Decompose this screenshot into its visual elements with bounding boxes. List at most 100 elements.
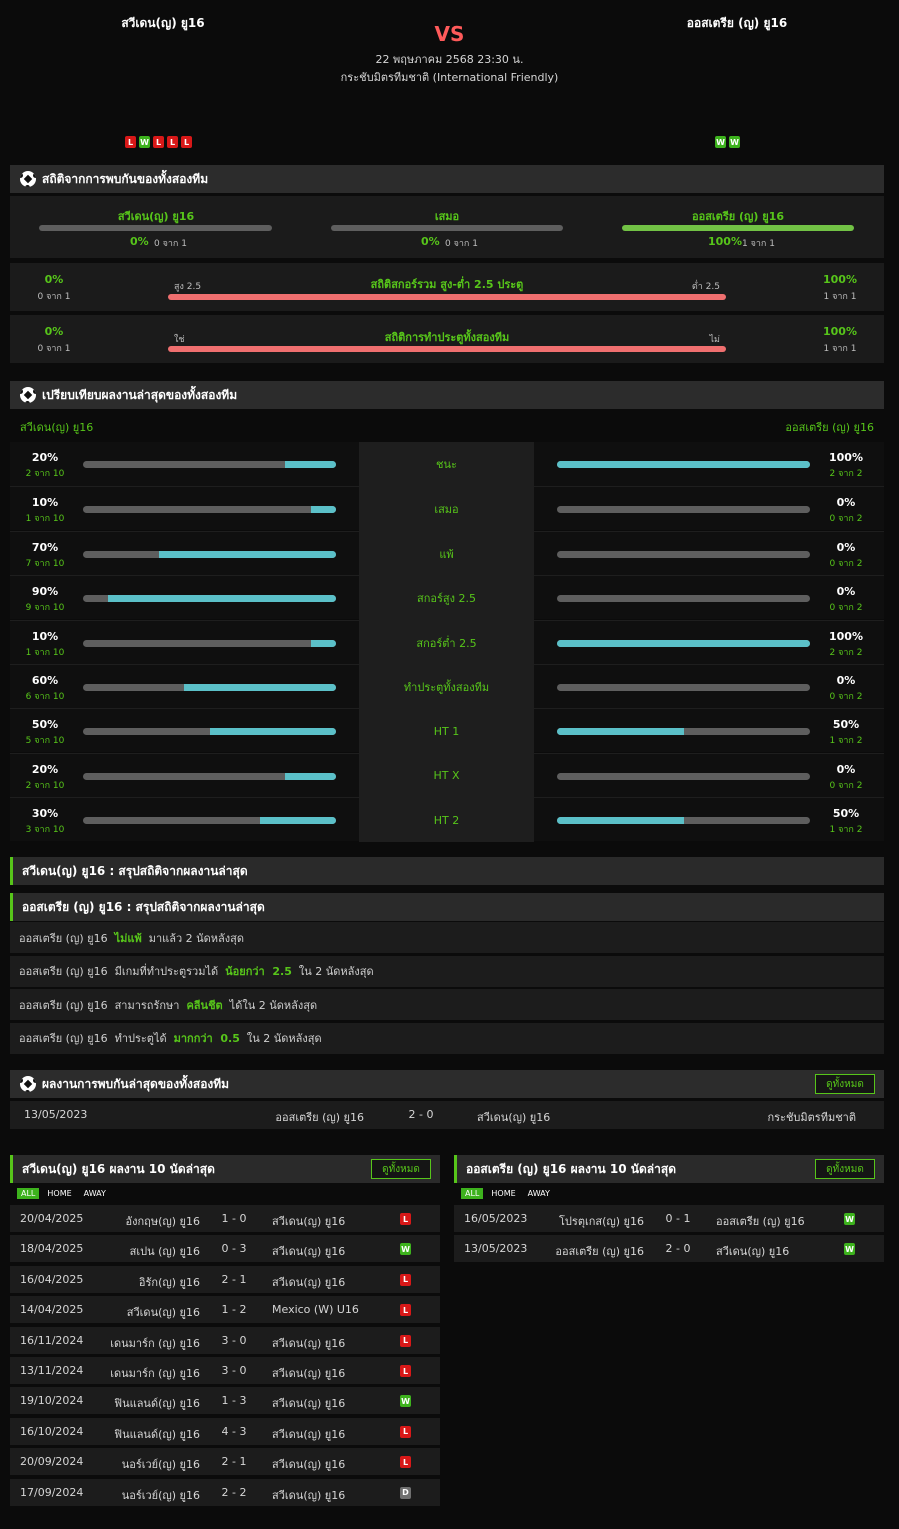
match-row[interactable]: 16/05/2023 โปรตุเกส(ญ) ยู16 0 - 1 ออสเตรีย …	[454, 1205, 884, 1232]
ou-title: สถิติสกอร์รวม สูง-ต่ำ 2.5 ประตู	[370, 278, 524, 291]
ou-bar	[168, 294, 726, 300]
compare-left-pct: 30%	[31, 807, 59, 821]
ou-right-count: 1 จาก 1	[823, 292, 857, 302]
home-recent-view-all-button[interactable]: ดูทั้งหมด	[371, 1159, 431, 1179]
compare-right-pct: 0%	[836, 674, 856, 687]
compare-row: 90% 9 จาก 10 สกอร์สูง 2.5 0% 0 จาก 2	[10, 575, 884, 621]
filter-tab-away[interactable]: AWAY	[80, 1188, 110, 1199]
compare-label: แพ้	[359, 531, 534, 576]
compare-left-bar	[83, 817, 336, 825]
compare-label: สกอร์ต่ำ 2.5	[359, 620, 534, 665]
compare-away-name: ออสเตรีย (ญ) ยู16	[785, 421, 874, 434]
match-row[interactable]: 16/11/2024 เดนมาร์ก (ญ) ยู16 3 - 0 สวีเดน(ญ…	[10, 1326, 440, 1354]
h2h-away-bar	[622, 225, 854, 231]
ou-right-label: ต่ำ 2.5	[691, 282, 720, 292]
summary-highlight: มากกว่า 0.5	[173, 1032, 240, 1046]
btts-left-count: 0 จาก 1	[37, 344, 71, 354]
match-home: เดนมาร์ก (ญ) ยู16	[110, 1336, 200, 1350]
match-row[interactable]: 14/04/2025 สวีเดน(ญ) ยู16 1 - 2 Mexico (W) …	[10, 1296, 440, 1324]
match-row[interactable]: 19/10/2024 ฟินแลนด์(ญ) ยู16 1 - 3 สวีเดน(ญ)…	[10, 1387, 440, 1415]
summary-text: ออสเตรีย (ญ) ยู16	[19, 931, 115, 945]
match-away: สวีเดน(ญ) ยู16	[272, 1397, 346, 1411]
filter-tab-all[interactable]: ALL	[17, 1187, 40, 1199]
match-datetime: 22 พฤษภาคม 2568 23:30 น.	[375, 53, 524, 66]
compare-left-count: 1 จาก 10	[25, 647, 65, 658]
match-result-badge: W	[400, 1243, 411, 1256]
match-result-badge: L	[400, 1425, 411, 1438]
match-row[interactable]: 16/10/2024 ฟินแลนด์(ญ) ยู16 4 - 3 สวีเดน(ญ)…	[10, 1417, 440, 1445]
compare-left-pct: 90%	[31, 585, 59, 599]
match-away: สวีเดน(ญ) ยู16	[272, 1245, 346, 1259]
match-date: 19/10/2024	[20, 1394, 84, 1408]
form-badge: L	[167, 136, 178, 148]
match-date: 16/10/2024	[20, 1424, 84, 1438]
h2h-section-header: สถิติจากการพบกันของทั้งสองทีม	[10, 165, 884, 193]
compare-right-fill	[557, 817, 684, 825]
away-recent-title: ออสเตรีย (ญ) ยู16 ผลงาน 10 นัดล่าสุด	[466, 1161, 677, 1176]
match-away: สวีเดน(ญ) ยู16	[716, 1245, 790, 1259]
compare-left-fill	[209, 728, 336, 736]
compare-left-fill	[108, 595, 336, 603]
match-row[interactable]: 13/05/2023 ออสเตรีย (ญ) ยู16 2 - 0 สวีเดน(ญ…	[454, 1235, 884, 1263]
compare-left-pct: 50%	[31, 718, 59, 732]
compare-right-bar	[557, 639, 810, 647]
match-away: สวีเดน(ญ) ยู16	[272, 1336, 346, 1350]
compare-row: 30% 3 จาก 10 HT 2 50% 1 จาก 2	[10, 797, 884, 843]
match-row[interactable]: 13/11/2024 เดนมาร์ก (ญ) ยู16 3 - 0 สวีเดน(ญ…	[10, 1357, 440, 1384]
filter-tab-home[interactable]: HOME	[43, 1188, 75, 1199]
h2h-draw-pct: 0%	[421, 235, 440, 248]
match-away: ออสเตรีย (ญ) ยู16	[716, 1215, 805, 1228]
match-home: ฟินแลนด์(ญ) ยู16	[114, 1397, 200, 1411]
btts-right-pct: 100%	[823, 325, 857, 338]
match-row[interactable]: 20/04/2025 อังกฤษ(ญ) ยู16 1 - 0 สวีเดน(ญ) ย…	[10, 1205, 440, 1232]
home-recent-filters: ALL HOME AWAY	[17, 1185, 110, 1201]
home-summary-header: สวีเดน(ญ) ยู16 : สรุปสถิติจากผลงานล่าสุด	[10, 857, 884, 885]
match-score: 1 - 3	[221, 1394, 247, 1408]
last-h2h-score: 2 - 0	[408, 1108, 434, 1121]
match-result-badge: L	[400, 1304, 411, 1317]
h2h-result-panel: สวีเดน(ญ) ยู16 เสมอ ออสเตรีย (ญ) ยู16 0%…	[10, 196, 884, 258]
match-score: 2 - 1	[221, 1455, 247, 1469]
compare-left-fill	[260, 817, 336, 825]
compare-right-count: 0 จาก 2	[829, 780, 863, 791]
compare-right-bar	[557, 684, 810, 691]
match-date: 20/04/2025	[20, 1212, 84, 1225]
match-home: สวีเดน(ญ) ยู16	[126, 1306, 200, 1320]
compare-right-pct: 50%	[832, 718, 860, 732]
compare-right-fill	[557, 728, 684, 736]
last-h2h-row[interactable]: 13/05/2023 ออสเตรีย (ญ) ยู16 2 - 0 สวีเด…	[10, 1101, 884, 1129]
compare-right-pct: 0%	[836, 496, 856, 510]
btts-title: สถิติการทำประตูทั้งสองทีม	[384, 331, 510, 344]
compare-left-fill	[285, 772, 336, 780]
ou-left-count: 0 จาก 1	[37, 292, 71, 302]
compare-left-bar	[83, 550, 336, 558]
last-h2h-view-all-button[interactable]: ดูทั้งหมด	[815, 1074, 875, 1094]
compare-left-pct: 20%	[31, 762, 59, 776]
compare-left-count: 1 จาก 10	[25, 514, 65, 525]
compare-section-header: เปรียบเทียบผลงานล่าสุดของทั้งสองทีม	[10, 381, 884, 409]
compare-left-pct: 20%	[31, 451, 59, 464]
ou-left-label: สูง 2.5	[174, 282, 202, 292]
match-row[interactable]: 16/04/2025 อิรัก(ญ) ยู16 2 - 1 สวีเดน(ญ) ยู…	[10, 1265, 440, 1293]
compare-right-count: 2 จาก 2	[829, 469, 863, 479]
match-date: 16/11/2024	[20, 1333, 84, 1347]
match-score: 1 - 0	[221, 1212, 247, 1225]
compare-left-pct: 70%	[31, 540, 59, 554]
match-row[interactable]: 17/09/2024 นอร์เวย์(ญ) ยู16 2 - 2 สวีเดน(ญ)…	[10, 1478, 440, 1506]
filter-tab-away[interactable]: AWAY	[524, 1188, 554, 1199]
match-row[interactable]: 20/09/2024 นอร์เวย์(ญ) ยู16 2 - 1 สวีเดน(ญ)…	[10, 1448, 440, 1476]
compare-left-pct: 10%	[31, 496, 59, 510]
compare-left-count: 6 จาก 10	[25, 692, 65, 702]
filter-tab-all[interactable]: ALL	[461, 1187, 484, 1199]
vs-label: VS	[434, 22, 465, 46]
filter-tab-home[interactable]: HOME	[487, 1188, 519, 1199]
compare-left-count: 2 จาก 10	[25, 780, 65, 791]
match-away: สวีเดน(ญ) ยู16	[272, 1488, 346, 1502]
match-score: 3 - 0	[221, 1364, 247, 1377]
compare-left-fill	[310, 506, 336, 514]
away-recent-view-all-button[interactable]: ดูทั้งหมด	[815, 1159, 875, 1179]
compare-right-bar	[557, 595, 810, 603]
btts-left-label: ใช่	[174, 335, 185, 345]
match-row[interactable]: 18/04/2025 สเปน (ญ) ยู16 0 - 3 สวีเดน(ญ) ยู…	[10, 1235, 440, 1263]
compare-home-name: สวีเดน(ญ) ยู16	[20, 421, 94, 434]
